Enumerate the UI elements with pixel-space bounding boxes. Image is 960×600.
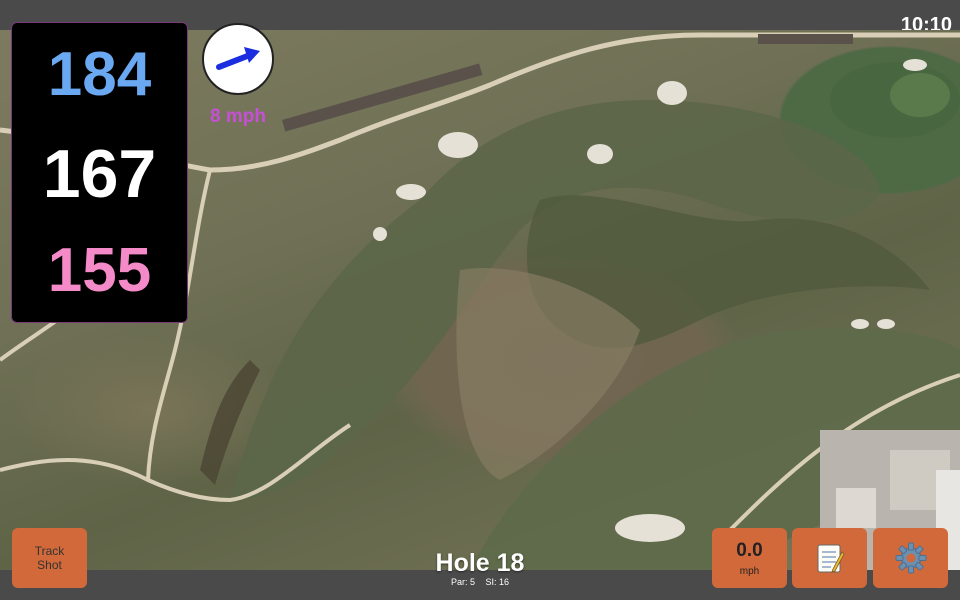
wind-indicator — [202, 23, 274, 95]
scorecard-notes-button[interactable] — [792, 528, 867, 588]
speed-value: 0.0 — [736, 539, 763, 561]
middle-distance: 167 — [42, 136, 157, 212]
distance-panel: 184 167 155 — [11, 22, 188, 323]
hole-par: Par: 5 — [450, 577, 475, 587]
wind-arrow-icon — [216, 47, 260, 70]
front-distance: 155 — [47, 236, 152, 305]
track-shot-button[interactable]: Track Shot — [12, 528, 87, 588]
track-shot-label-line1: Track — [34, 544, 65, 558]
speed-button[interactable]: 0.0 mph — [712, 528, 787, 588]
hole-info: Par: 5 SI: 16 — [380, 577, 580, 587]
settings-button[interactable] — [873, 528, 948, 588]
notepad-icon — [817, 544, 844, 573]
hole-title: Hole 18 — [435, 549, 525, 577]
track-shot-label-line2: Shot — [37, 558, 62, 572]
speed-unit: mph — [739, 565, 760, 577]
gear-icon — [895, 542, 926, 574]
back-distance: 184 — [47, 40, 152, 109]
wind-speed-label: 8 mph — [210, 106, 266, 127]
hole-stroke-index: SI: 16 — [485, 577, 510, 587]
